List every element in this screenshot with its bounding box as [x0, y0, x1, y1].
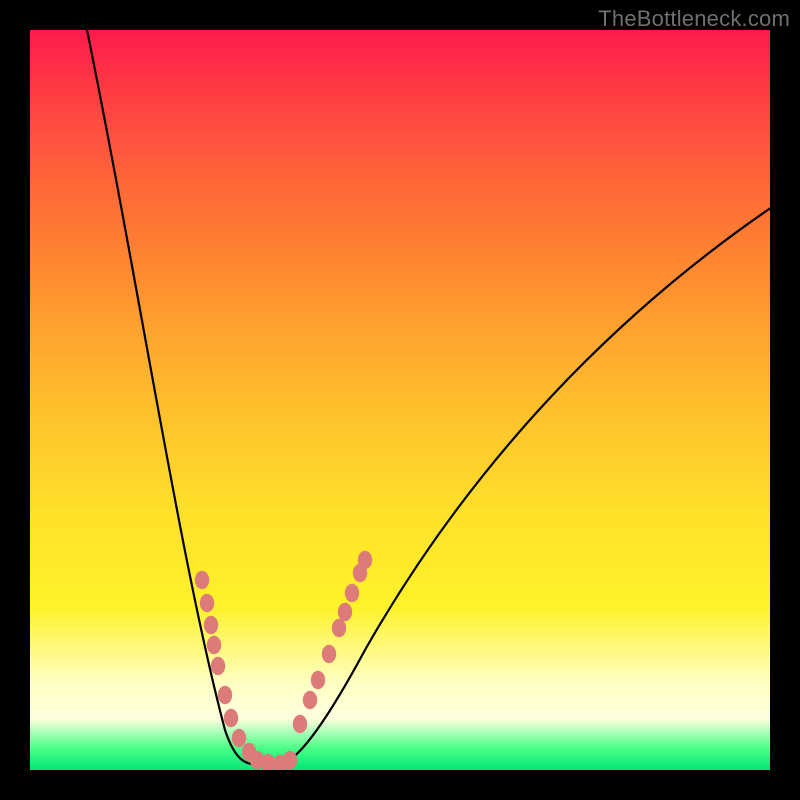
data-marker	[218, 686, 232, 704]
curve-right	[280, 205, 770, 765]
marker-group-left	[195, 571, 246, 747]
data-marker	[211, 657, 225, 675]
watermark-text: TheBottleneck.com	[598, 6, 790, 32]
data-marker	[345, 584, 359, 602]
data-marker	[204, 616, 218, 634]
data-marker	[303, 691, 317, 709]
data-marker	[322, 645, 336, 663]
chart-svg	[30, 30, 770, 770]
data-marker	[207, 636, 221, 654]
data-marker	[224, 709, 238, 727]
data-marker	[232, 729, 246, 747]
data-marker	[195, 571, 209, 589]
curve-left	[85, 30, 260, 765]
data-marker	[200, 594, 214, 612]
data-marker	[283, 751, 297, 769]
data-marker	[353, 564, 367, 582]
chart-plot-area	[30, 30, 770, 770]
chart-frame: TheBottleneck.com	[0, 0, 800, 800]
data-marker	[338, 603, 352, 621]
marker-group-bottom	[242, 743, 297, 770]
data-marker	[311, 671, 325, 689]
data-marker	[293, 715, 307, 733]
data-marker	[332, 619, 346, 637]
